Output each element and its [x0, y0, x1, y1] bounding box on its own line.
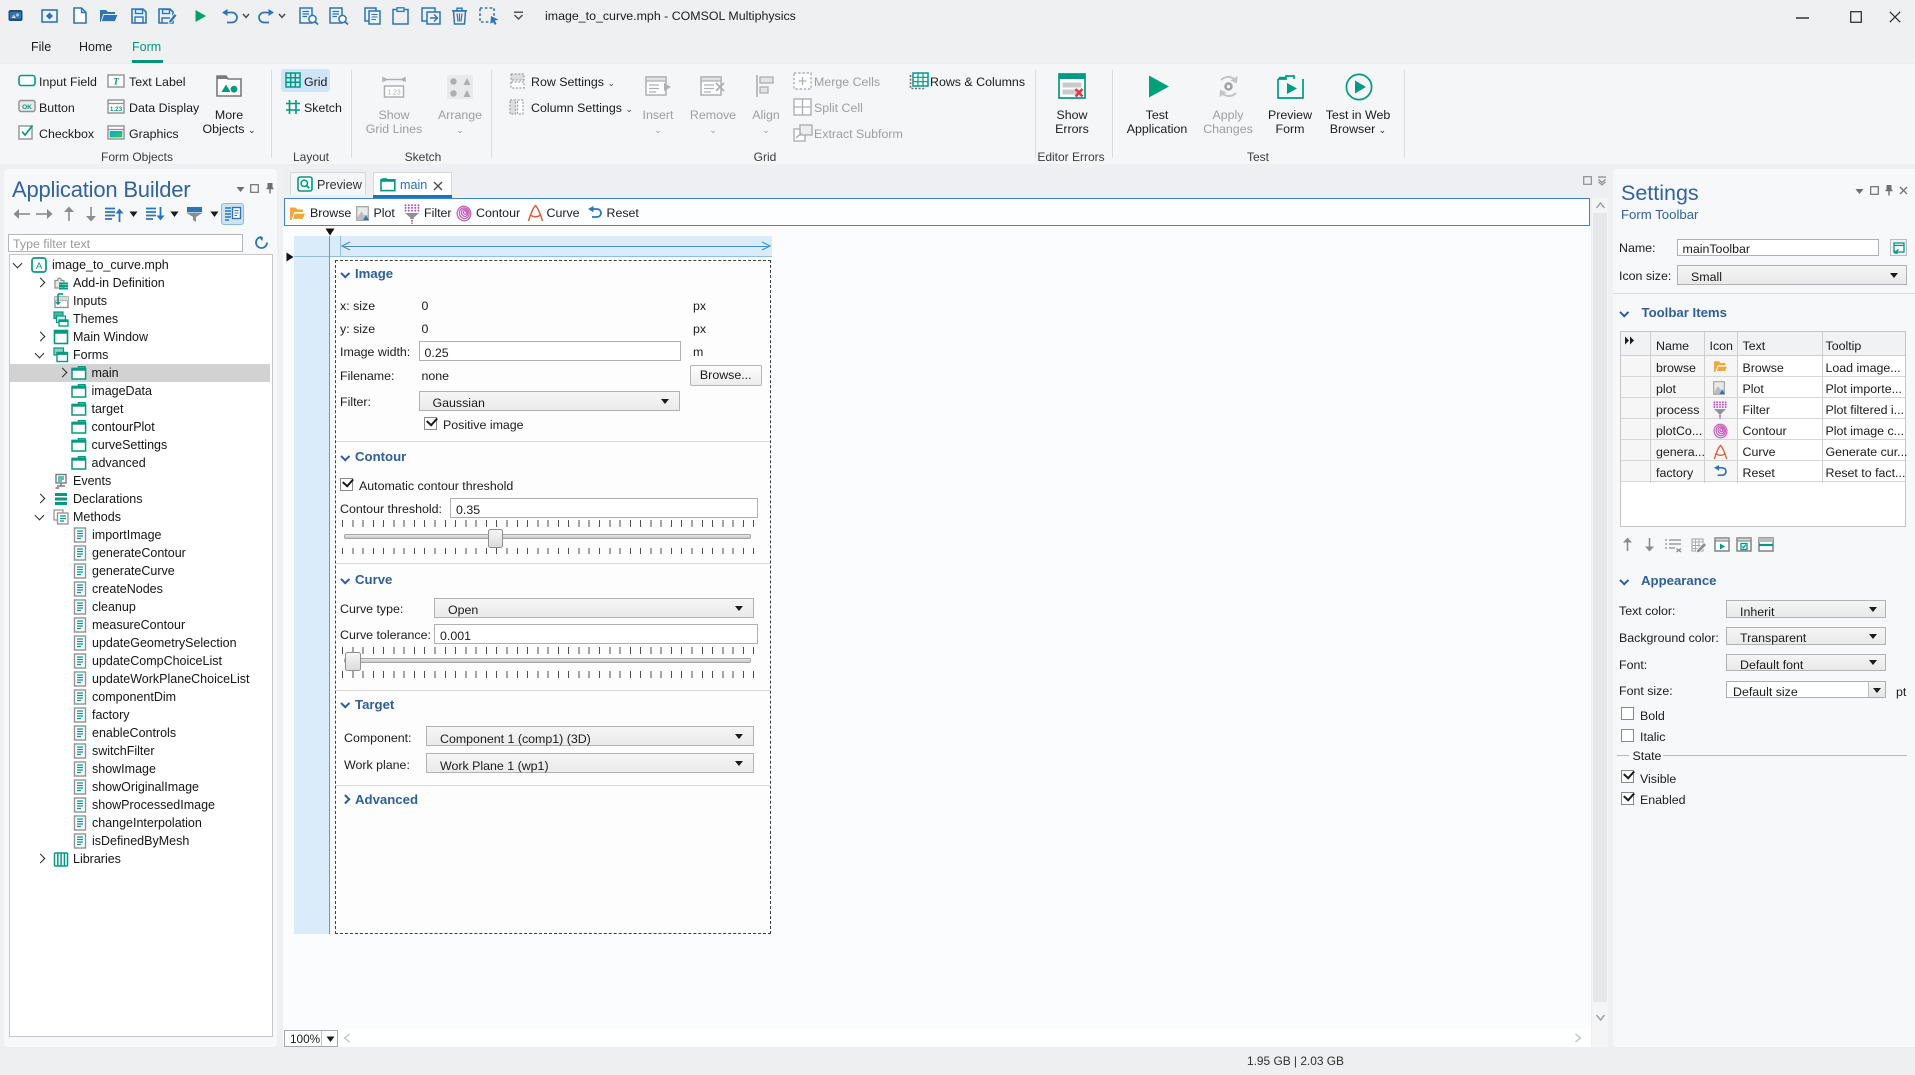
svg-text:1.23: 1.23 [110, 106, 123, 113]
svg-text:1.23: 1.23 [387, 90, 401, 97]
svg-text:OK: OK [22, 104, 32, 111]
